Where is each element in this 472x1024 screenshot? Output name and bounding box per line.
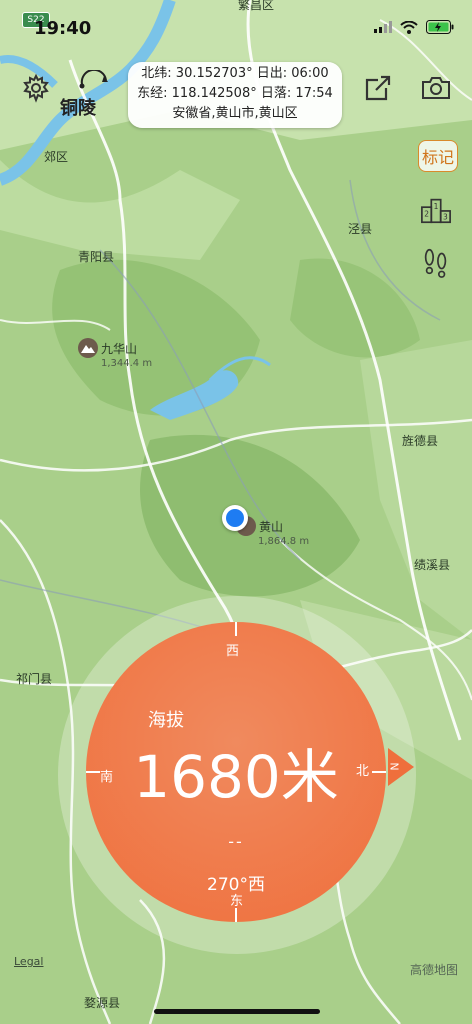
podium-icon: 1 2 3 — [421, 198, 451, 224]
map-label-qingyang: 青阳县 — [78, 250, 115, 264]
region-text: 安徽省,黄山市,黄山区 — [172, 106, 298, 121]
battery-charging-icon — [426, 20, 454, 34]
share-icon — [365, 75, 391, 101]
legal-link[interactable]: Legal — [14, 955, 43, 968]
share-button[interactable] — [362, 72, 394, 104]
altitude-value: 1680米 — [133, 743, 339, 811]
footprints-icon — [424, 248, 447, 278]
status-time: 19:40 — [34, 18, 92, 39]
status-icons — [374, 20, 454, 34]
compass-west-top: 西 — [226, 644, 240, 659]
ranking-button[interactable]: 1 2 3 — [420, 194, 452, 226]
refresh-location-icon[interactable] — [78, 68, 118, 104]
mountain-icon — [78, 338, 98, 358]
map-label-jixi: 绩溪县 — [414, 558, 451, 572]
status-bar: S22 19:40 — [0, 0, 472, 50]
footprints-button[interactable] — [420, 246, 452, 278]
map-label-qimen: 祁门县 — [16, 672, 53, 686]
map-label-jingde: 旌德县 — [402, 434, 439, 448]
peak-jiuhua-elev: 1,344.4 m — [101, 358, 153, 369]
peak-jiuhua-name: 九华山 — [101, 342, 138, 356]
svg-text:2: 2 — [424, 210, 429, 219]
mark-button[interactable]: 标记 — [418, 140, 458, 172]
latitude-sunrise: 北纬: 30.152703° 日出: 06:00 — [141, 66, 329, 81]
altitude-label: 海拔 — [148, 710, 184, 731]
home-indicator[interactable] — [154, 1009, 320, 1014]
wifi-icon — [400, 20, 418, 34]
svg-text:3: 3 — [443, 212, 448, 221]
peak-huangshan-elev: 1,864.8 m — [258, 536, 310, 547]
gear-icon — [23, 73, 49, 103]
location-info-card: 北纬: 30.152703° 日出: 06:00 东经: 118.142508°… — [128, 62, 342, 128]
longitude-sunset: 东经: 118.142508° 日落: 17:54 — [137, 86, 333, 101]
speed-placeholder: -- — [228, 832, 244, 851]
map-label-fanchang: 繁昌区 — [238, 0, 275, 12]
peak-huangshan-name: 黄山 — [259, 520, 284, 534]
settings-button[interactable] — [20, 72, 52, 104]
north-pointer-letter: N — [387, 762, 401, 771]
cellular-signal-icon — [374, 21, 392, 33]
map-label-wuyuan: 婺源县 — [84, 996, 121, 1010]
heading-readout: 270°西 — [207, 875, 265, 895]
camera-icon — [422, 77, 450, 99]
map-provider-logo: 高德地图 — [410, 963, 459, 977]
svg-text:1: 1 — [434, 202, 439, 211]
current-location-dot[interactable] — [222, 505, 248, 531]
camera-button[interactable] — [420, 72, 452, 104]
map-label-jingxian: 泾县 — [348, 222, 373, 236]
map-label-jiaoqu: 郊区 — [44, 150, 69, 164]
